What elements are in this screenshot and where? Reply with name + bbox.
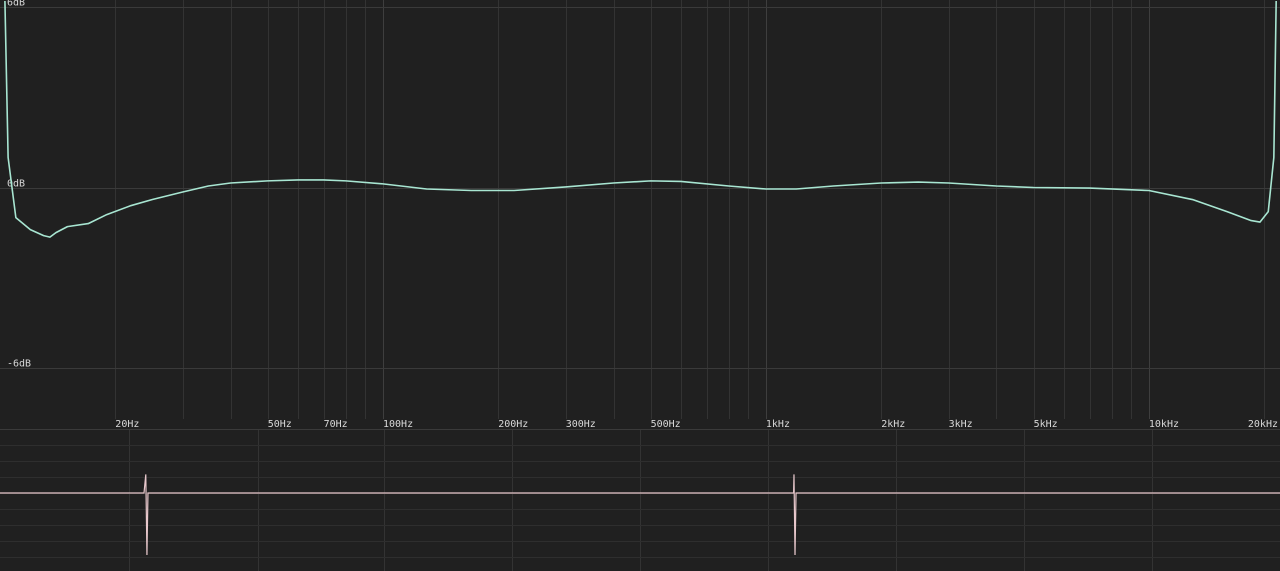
x-tick-label: 300Hz — [566, 419, 596, 430]
y-tick-label: 0dB — [7, 179, 25, 190]
x-tick-label: 50Hz — [268, 419, 292, 430]
x-tick-label: 100Hz — [383, 419, 413, 430]
waveform-panel — [0, 430, 1280, 571]
x-tick-label: 500Hz — [651, 419, 681, 430]
x-tick-label: 1kHz — [766, 419, 790, 430]
x-tick-label: 200Hz — [498, 419, 528, 430]
frequency-response-chart: 6dB 0dB -6dB 20Hz 50Hz 70Hz 100Hz 200Hz 300Hz 50… — [0, 0, 1280, 430]
x-tick-label: 10kHz — [1149, 419, 1179, 430]
frequency-grid — [0, 0, 1280, 430]
waveform-grid — [0, 430, 1280, 571]
x-tick-label: 3kHz — [949, 419, 973, 430]
x-tick-label: 70Hz — [324, 419, 348, 430]
y-axis-labels: 6dB 0dB -6dB — [7, 0, 31, 370]
response-curve — [4, 0, 1277, 238]
x-tick-label: 2kHz — [881, 419, 905, 430]
y-tick-label: -6dB — [7, 359, 31, 370]
x-tick-label: 5kHz — [1034, 419, 1058, 430]
x-axis-labels: 20Hz 50Hz 70Hz 100Hz 200Hz 300Hz 500Hz 1kHz 2kHz… — [115, 419, 1278, 430]
response-curve-layer — [4, 0, 1277, 238]
x-tick-label: 20kHz — [1248, 419, 1278, 430]
x-tick-label: 20Hz — [115, 419, 139, 430]
y-tick-label: 6dB — [7, 0, 25, 9]
